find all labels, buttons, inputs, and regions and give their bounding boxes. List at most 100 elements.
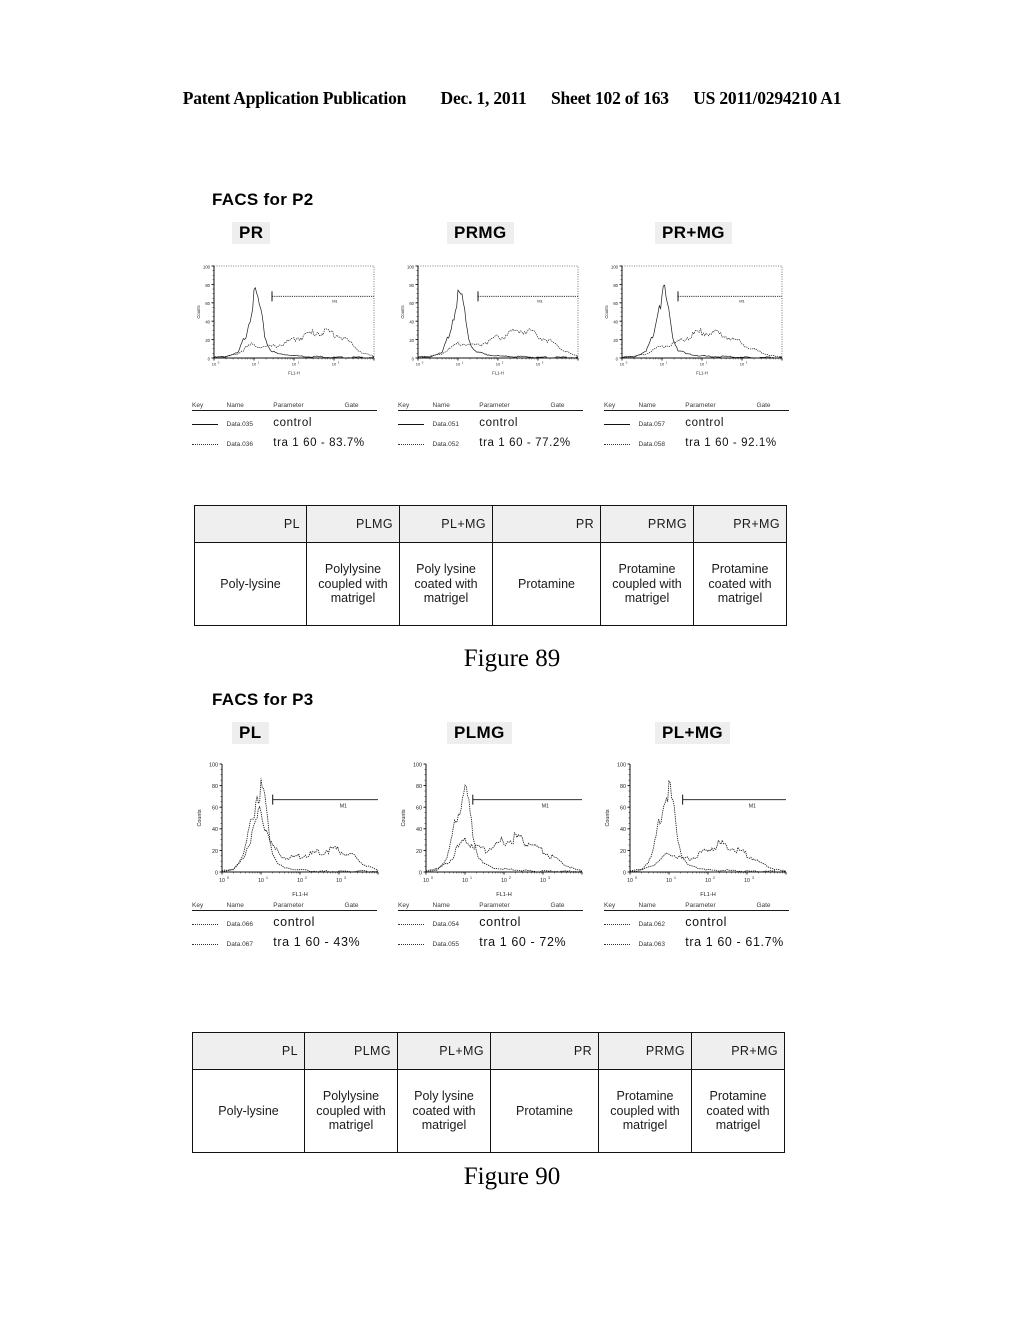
svg-text:100: 100 xyxy=(407,264,415,269)
panel-labels-p3: PL PLMG PL+MG xyxy=(0,722,1024,748)
facs-plots-p3: 0 20 40 60 80 100 Counts 10 0 10 1 10 2 10 3 FL1-H M1 02… xyxy=(0,758,1024,908)
legend-col-param: Parameter xyxy=(685,402,757,411)
legend-col-key: Key xyxy=(604,902,639,911)
svg-text:10: 10 xyxy=(336,878,342,884)
legend-data-name: Data.063 xyxy=(638,941,665,948)
svg-text:2: 2 xyxy=(509,876,511,880)
table-cell-pr: Protamine xyxy=(490,1069,599,1153)
legend-col-gate: Gate xyxy=(550,402,583,411)
table-header-pr: PR xyxy=(490,1032,599,1070)
legend-data-name: Data.051 xyxy=(432,421,459,428)
panel-label-pr: PR xyxy=(232,222,271,244)
svg-text:0: 0 xyxy=(412,356,415,361)
legend-key-line-dotted xyxy=(604,923,630,925)
table-header-plmg: PLMG xyxy=(304,1032,398,1070)
legend-col-name: Name xyxy=(226,402,274,411)
svg-text:100: 100 xyxy=(413,762,422,768)
legend-data-name: Data.062 xyxy=(638,921,665,928)
svg-text:2: 2 xyxy=(713,876,715,880)
svg-text:Counts: Counts xyxy=(400,305,405,318)
legend-parameter: control xyxy=(273,915,316,929)
legend-key-line-dotted xyxy=(604,443,630,445)
panel-label-plmg2: PL+MG xyxy=(655,722,731,744)
legend-data-name: Data.052 xyxy=(432,441,459,448)
svg-text:10: 10 xyxy=(501,878,507,884)
publication-date: Dec. 1, 2011 xyxy=(440,88,527,108)
svg-text:1: 1 xyxy=(266,876,268,880)
sample-key-table-89: PL PLMG PL+MG PR PRMG PR+MG Poly-lysine … xyxy=(194,505,787,626)
table-header-prmg2: PR+MG xyxy=(693,505,787,543)
legend-col-gate: Gate xyxy=(756,902,789,911)
table-header-prmg: PRMG xyxy=(600,505,694,543)
svg-text:3: 3 xyxy=(752,876,754,880)
facs-plots-p2: 0 20 40 60 80 100 Counts 10 0 10 1 10 2 10 3 FL1-H M1 02… xyxy=(0,258,1024,388)
svg-text:20: 20 xyxy=(416,849,422,855)
svg-text:10: 10 xyxy=(416,362,421,367)
svg-text:10: 10 xyxy=(252,362,257,367)
table-header-row: PL PLMG PL+MG PR PRMG PR+MG xyxy=(192,1032,785,1070)
panel-label-pl: PL xyxy=(232,722,269,744)
legend-col-key: Key xyxy=(398,902,433,911)
table-row: Poly-lysine Polylysine coupled with matr… xyxy=(192,1069,785,1153)
legend-parameter: tra 1 60 - 92.1% xyxy=(685,437,777,449)
svg-text:80: 80 xyxy=(409,283,414,288)
svg-text:40: 40 xyxy=(416,827,422,833)
patent-number: US 2011/0294210 A1 xyxy=(693,88,842,108)
svg-text:10: 10 xyxy=(212,362,217,367)
svg-text:10: 10 xyxy=(660,362,665,367)
svg-text:M1: M1 xyxy=(332,298,338,303)
svg-text:M1: M1 xyxy=(542,804,549,810)
svg-text:0: 0 xyxy=(635,876,637,880)
svg-text:2: 2 xyxy=(706,360,708,364)
svg-text:3: 3 xyxy=(542,360,544,364)
legend-parameter: tra 1 60 - 43% xyxy=(273,935,361,949)
legend-parameter: control xyxy=(479,417,519,429)
svg-text:100: 100 xyxy=(209,762,218,768)
svg-text:0: 0 xyxy=(208,356,211,361)
svg-text:40: 40 xyxy=(205,320,210,325)
legend-parameter: control xyxy=(479,915,522,929)
svg-text:10: 10 xyxy=(666,878,672,884)
svg-text:60: 60 xyxy=(205,301,210,306)
table-cell-prmg2: Protamine coated with matrigel xyxy=(691,1069,785,1153)
legend-parameter: tra 1 60 - 83.7% xyxy=(273,437,365,449)
legend-col-name: Name xyxy=(432,902,480,911)
svg-text:0: 0 xyxy=(616,356,619,361)
panel-label-plmg: PLMG xyxy=(447,722,512,744)
svg-text:0: 0 xyxy=(218,360,220,364)
legend-col-key: Key xyxy=(604,402,639,411)
legend-key-line-dotted xyxy=(398,923,424,925)
svg-text:10: 10 xyxy=(297,878,303,884)
svg-text:20: 20 xyxy=(620,849,626,855)
svg-text:10: 10 xyxy=(705,878,711,884)
svg-text:M1: M1 xyxy=(749,804,756,810)
legend-data-name: Data.054 xyxy=(432,921,459,928)
legend-key-line-dotted xyxy=(192,923,218,925)
svg-text:10: 10 xyxy=(540,878,546,884)
panel-labels-p2: PR PRMG PR+MG xyxy=(0,222,1024,248)
svg-text:FL1-H: FL1-H xyxy=(696,371,708,376)
facs-plot-prmg: 0 20 40 60 80 100 Counts 10 0 10 1 10 2 10 3 FL1-H M1 xyxy=(396,258,582,376)
legend-key-line-dotted xyxy=(398,943,424,945)
table-cell-plmg: Polylysine coupled with matrigel xyxy=(306,542,400,626)
facs-legends-p3: Key Name Parameter Gate Data.066 control… xyxy=(0,902,1024,964)
legend-data-name: Data.036 xyxy=(226,441,253,448)
legend-col-param: Parameter xyxy=(273,402,345,411)
svg-text:0: 0 xyxy=(626,360,628,364)
facs-legend-prmg2: Key Name Parameter Gate Data.057 control… xyxy=(604,402,789,451)
svg-text:2: 2 xyxy=(305,876,307,880)
facs-legend-pl: Key Name Parameter Gate Data.066 control… xyxy=(192,902,377,951)
legend-parameter: tra 1 60 - 72% xyxy=(479,935,567,949)
svg-text:80: 80 xyxy=(416,784,422,790)
svg-text:2: 2 xyxy=(502,360,504,364)
facs-legend-pr: Key Name Parameter Gate Data.035 control… xyxy=(192,402,377,451)
svg-text:FL1-H: FL1-H xyxy=(288,371,300,376)
svg-text:10: 10 xyxy=(332,362,337,367)
svg-text:10: 10 xyxy=(627,878,633,884)
svg-text:M1: M1 xyxy=(340,804,347,810)
table-cell-prmg: Protamine coupled with matrigel xyxy=(600,542,694,626)
svg-text:10: 10 xyxy=(620,362,625,367)
table-cell-pr: Protamine xyxy=(492,542,601,626)
legend-col-key: Key xyxy=(398,402,433,411)
facs-legend-prmg: Key Name Parameter Gate Data.051 control… xyxy=(398,402,583,451)
